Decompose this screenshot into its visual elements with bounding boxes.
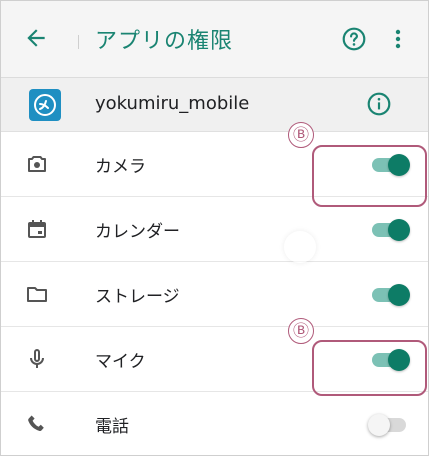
permissions-screen: アプリの権限 yokumiru_mobile カメラ カレンダー ストレージ マ… (0, 0, 429, 456)
calendar-icon (25, 217, 49, 241)
permission-label: マイク (95, 352, 146, 372)
storage-toggle[interactable] (370, 284, 410, 306)
phone-icon (25, 412, 49, 436)
info-icon[interactable] (366, 91, 392, 117)
more-vert-icon[interactable] (393, 27, 403, 51)
permission-label: 電話 (95, 417, 129, 437)
toggle-thumb (388, 349, 410, 371)
toggle-thumb (388, 154, 410, 176)
permission-label: カメラ (95, 157, 146, 177)
permission-row-phone[interactable]: 電話 (1, 392, 428, 456)
camera-toggle[interactable] (370, 154, 410, 176)
app-header-row: yokumiru_mobile (1, 78, 428, 132)
callout-marker-b: Ⓑ (288, 122, 314, 148)
touch-ripple (284, 231, 316, 263)
permission-row-mic[interactable]: マイク (1, 327, 428, 392)
callout-marker-b: Ⓑ (288, 318, 314, 344)
permission-row-calendar[interactable]: カレンダー (1, 197, 428, 262)
mic-icon (25, 347, 49, 371)
back-arrow-icon[interactable] (23, 25, 49, 51)
permission-label: ストレージ (95, 287, 180, 307)
toggle-thumb (388, 219, 410, 241)
app-name: yokumiru_mobile (95, 93, 250, 114)
permission-row-camera[interactable]: カメラ (1, 132, 428, 197)
permission-row-storage[interactable]: ストレージ (1, 262, 428, 327)
app-icon (29, 89, 61, 121)
toggle-thumb (368, 414, 390, 436)
mic-toggle[interactable] (370, 349, 410, 371)
app-bar: アプリの権限 (1, 1, 428, 78)
folder-icon (25, 282, 49, 306)
toggle-thumb (388, 284, 410, 306)
help-icon[interactable] (341, 26, 367, 52)
permission-label: カレンダー (95, 222, 180, 242)
page-title: アプリの権限 (95, 29, 234, 54)
divider (78, 35, 79, 49)
phone-toggle[interactable] (368, 414, 408, 436)
camera-icon (25, 152, 49, 176)
calendar-toggle[interactable] (370, 219, 410, 241)
